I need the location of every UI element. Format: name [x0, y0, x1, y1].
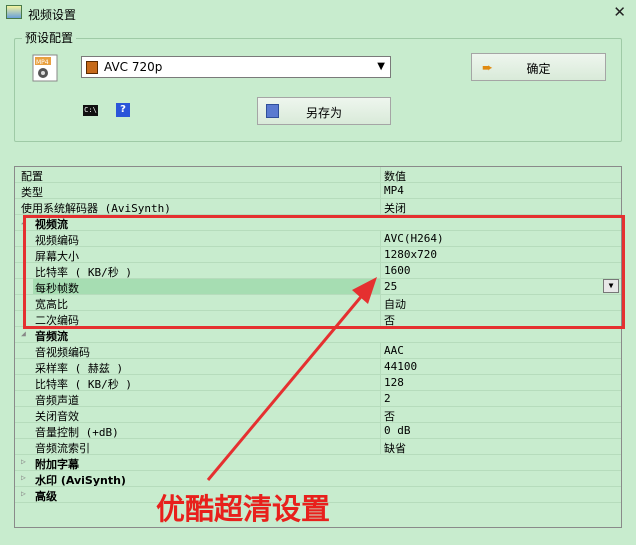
chevron-down-icon: ▼ [377, 61, 385, 72]
grid-row-audio-codec[interactable]: 音视频编码 AAC [15, 343, 621, 359]
save-as-button-label: 另存为 [305, 106, 342, 120]
preset-group-label: 预设配置 [22, 29, 77, 46]
grid-header: 配置 数值 [15, 167, 621, 183]
grid-row-type[interactable]: 类型 MP4 [15, 183, 621, 199]
grid-row-mute-audio[interactable]: 关闭音效 否 [15, 407, 621, 423]
expand-triangle-icon[interactable]: ▷ [21, 473, 26, 482]
command-line-icon[interactable]: C:\ [83, 105, 98, 116]
preset-dropdown[interactable]: AVC 720p ▼ [81, 56, 391, 78]
grid-header-value: 数值 [384, 170, 406, 183]
expand-triangle-icon[interactable]: ▷ [21, 457, 26, 466]
grid-row-volume[interactable]: 音量控制 (+dB) 0 dB [15, 423, 621, 439]
app-icon [6, 5, 22, 19]
grid-header-name: 配置 [21, 170, 43, 183]
mp4-file-icon: MP4 [32, 54, 58, 82]
title-bar: 视频设置 ✕ [0, 0, 636, 26]
grid-row-system-decoder[interactable]: 使用系统解码器 (AviSynth) 关闭 [15, 199, 621, 215]
expand-triangle-icon[interactable]: ▷ [21, 489, 26, 498]
film-icon [86, 61, 98, 74]
save-as-button[interactable]: 另存为 [257, 97, 391, 125]
collapse-triangle-icon[interactable]: ◢ [21, 329, 26, 338]
close-button[interactable]: ✕ [613, 3, 626, 21]
annotation-highlight-box [23, 215, 625, 329]
help-icon[interactable]: ? [116, 103, 130, 117]
window-title: 视频设置 [28, 8, 77, 22]
grid-row-sample-rate[interactable]: 采样率 ( 赫兹 ) 44100 [15, 359, 621, 375]
grid-category-watermark[interactable]: ▷ 水印 (AviSynth) [15, 471, 621, 487]
svg-text:MP4: MP4 [36, 59, 49, 66]
grid-row-audio-stream-index[interactable]: 音频流索引 缺省 [15, 439, 621, 455]
preset-selected-value: AVC 720p [104, 60, 163, 74]
grid-row-audio-channels[interactable]: 音频声道 2 [15, 391, 621, 407]
grid-row-audio-bitrate[interactable]: 比特率 ( KB/秒 ) 128 [15, 375, 621, 391]
ok-button-label: 确定 [526, 62, 551, 76]
ok-button[interactable]: ➨ 确定 [471, 53, 606, 81]
grid-category-audio[interactable]: ◢ 音频流 [15, 327, 621, 343]
grid-category-subtitles[interactable]: ▷ 附加字幕 [15, 455, 621, 471]
annotation-caption: 优酷超清设置 [156, 492, 331, 526]
